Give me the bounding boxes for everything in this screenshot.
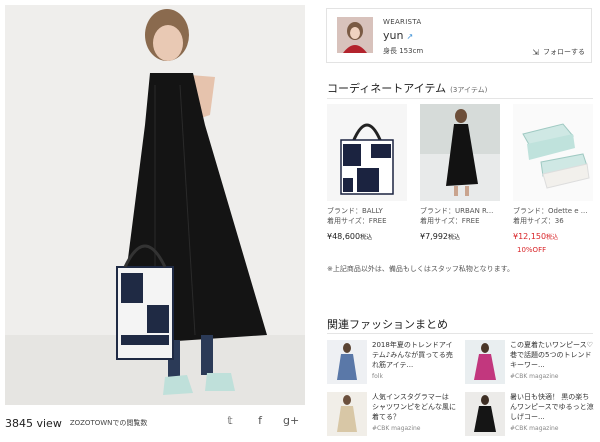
item-tax: 税込 xyxy=(360,234,373,241)
related-item-title[interactable]: この夏着たいワンピース♡ 巷で話題の5つのトレンドキーワー... xyxy=(510,340,595,370)
coordinate-items: ブランド：BALLY 着用サイズ：FREE ¥48,600税込 ブランド：URB… xyxy=(327,104,597,254)
follow-icon: ⇲ xyxy=(532,47,539,57)
related-item[interactable]: この夏着たいワンピース♡ 巷で話題の5つのトレンドキーワー... #CBK ma… xyxy=(465,340,595,384)
detail-panel: WEARISTA yun ↗ 身長 153cm ⇲ フォローする コーディネートア… xyxy=(318,0,600,442)
user-card: WEARISTA yun ↗ 身長 153cm ⇲ フォローする xyxy=(326,8,592,63)
coordinate-items-heading: コーディネートアイテム xyxy=(327,82,447,95)
item-price: ¥7,992税込 xyxy=(420,232,500,241)
related-item-source: #CBK magazine xyxy=(510,373,559,380)
twitter-icon[interactable]: 𝕥 xyxy=(223,414,237,427)
item-image-bag[interactable] xyxy=(327,104,407,201)
related-thumbnail[interactable] xyxy=(327,392,367,436)
item-brand[interactable]: ブランド：URBAN R... xyxy=(420,206,500,216)
view-bar: 3845 view ZOZOTOWNでの閲覧数 𝕥 f g+ xyxy=(5,408,305,438)
related-item-source: #CBK magazine xyxy=(510,425,559,432)
external-link-icon: ↗ xyxy=(406,32,414,41)
related-thumbnail[interactable] xyxy=(465,392,505,436)
related-thumbnail[interactable] xyxy=(465,340,505,384)
google-plus-icon[interactable]: g+ xyxy=(283,414,299,427)
related-item[interactable]: 人気インスタグラマーは シャツワンピをどんな風に着てる？ #CBK magazi… xyxy=(327,392,457,436)
user-name[interactable]: yun xyxy=(383,29,403,42)
related-item[interactable]: 2018年夏のトレンドアイテム♪みんなが買ってる売れ筋アイテ... folk xyxy=(327,340,457,384)
user-height: 身長 153cm xyxy=(383,47,424,55)
item-card[interactable]: ブランド：Odette e ... 着用サイズ：36 ¥12,150税込 10%… xyxy=(513,104,593,254)
coordinate-items-title: コーディネートアイテム (3アイテム) xyxy=(327,80,487,96)
divider xyxy=(327,333,593,334)
related-item-source: folk xyxy=(372,373,383,380)
follow-label: フォローする xyxy=(543,48,585,56)
related-title: 関連ファッションまとめ xyxy=(327,318,448,331)
item-size: 着用サイズ：FREE xyxy=(327,217,387,225)
item-card[interactable]: ブランド：BALLY 着用サイズ：FREE ¥48,600税込 xyxy=(327,104,407,254)
woman-black-dress-image xyxy=(5,5,305,405)
item-image-sandals[interactable] xyxy=(513,104,593,201)
item-price: ¥48,600税込 xyxy=(327,232,407,241)
item-price-value: ¥12,150 xyxy=(513,232,547,241)
coordinate-items-count: (3アイテム) xyxy=(450,86,488,94)
item-price-value: ¥7,992 xyxy=(420,232,448,241)
view-count-label: ZOZOTOWNでの閲覧数 xyxy=(69,419,148,427)
item-price: ¥12,150税込 xyxy=(513,232,593,241)
item-size: 着用サイズ：FREE xyxy=(420,217,480,225)
discount-badge: 10%OFF xyxy=(517,246,547,254)
avatar[interactable] xyxy=(337,17,373,53)
related-list: 2018年夏のトレンドアイテム♪みんなが買ってる売れ筋アイテ... folk こ… xyxy=(327,340,597,436)
related-item-title[interactable]: 人気インスタグラマーは シャツワンピをどんな風に着てる？ xyxy=(372,392,457,422)
facebook-icon[interactable]: f xyxy=(253,414,267,427)
user-badge: WEARISTA xyxy=(383,18,422,26)
follow-button[interactable]: ⇲ フォローする xyxy=(532,47,585,57)
item-tax: 税込 xyxy=(546,234,559,241)
item-image-dress[interactable] xyxy=(420,104,500,201)
related-item[interactable]: 暑い日も快適！ 黒の楽ちんワンピースでゆるっと涼しげコー... #CBK mag… xyxy=(465,392,595,436)
items-note: ※上記商品以外は、備品もしくはスタッフ私物となります。 xyxy=(327,265,514,273)
item-price-value: ¥48,600 xyxy=(327,232,361,241)
coordinate-photo[interactable] xyxy=(5,5,305,405)
item-card[interactable]: ブランド：URBAN R... 着用サイズ：FREE ¥7,992税込 xyxy=(420,104,500,254)
share-links: 𝕥 f g+ xyxy=(223,414,299,427)
related-item-title[interactable]: 暑い日も快適！ 黒の楽ちんワンピースでゆるっと涼しげコー... xyxy=(510,392,595,422)
divider xyxy=(327,98,593,99)
related-thumbnail[interactable] xyxy=(327,340,367,384)
item-brand[interactable]: ブランド：BALLY xyxy=(327,206,407,216)
user-name-link[interactable]: yun ↗ xyxy=(383,29,413,42)
item-tax: 税込 xyxy=(448,234,461,241)
view-count: 3845 view xyxy=(5,416,62,430)
item-brand[interactable]: ブランド：Odette e ... xyxy=(513,206,593,216)
related-item-source: #CBK magazine xyxy=(372,425,421,432)
related-item-title[interactable]: 2018年夏のトレンドアイテム♪みんなが買ってる売れ筋アイテ... xyxy=(372,340,457,370)
item-size: 着用サイズ：36 xyxy=(513,217,564,225)
